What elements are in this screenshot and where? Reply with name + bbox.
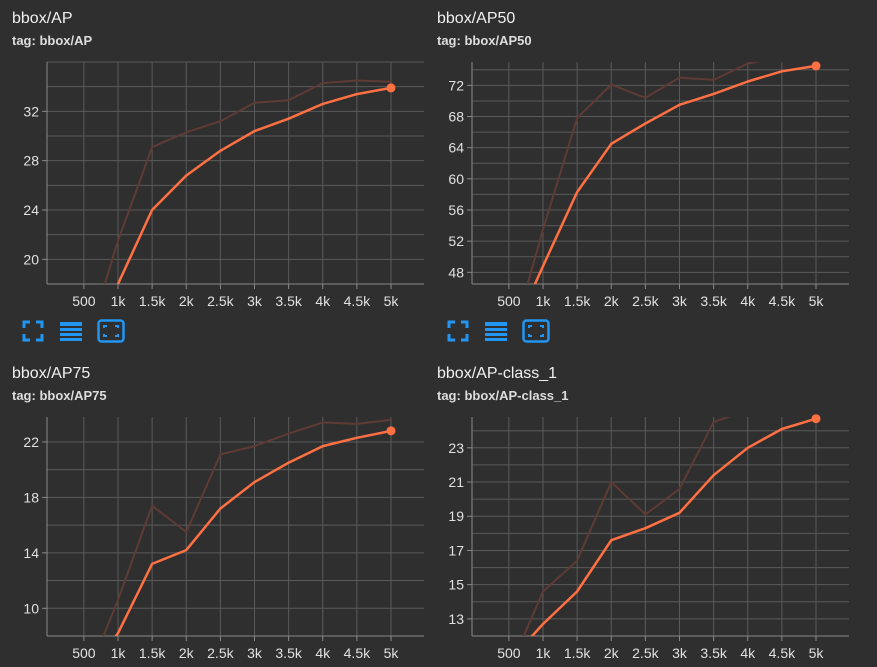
- fullscreen-button[interactable]: [522, 318, 550, 344]
- x-tick-label: 1.5k: [564, 645, 591, 661]
- data-table-icon: [485, 322, 507, 341]
- x-tick-label: 2k: [604, 645, 620, 661]
- series-end-point[interactable]: [386, 426, 396, 436]
- y-tick-label: 32: [23, 103, 39, 119]
- x-tick-label: 4k: [740, 293, 756, 309]
- x-tick-label: 4.5k: [344, 293, 371, 309]
- x-tick-label: 1k: [536, 645, 552, 661]
- fit-domain-icon: [447, 320, 469, 342]
- chart-plot-bbox-ap[interactable]: 20 24 28 32 500 1k 1.5k 2k 2.5k 3k 3.5k 4k 4.5k 5k: [0, 0, 425, 355]
- grid: [472, 62, 849, 284]
- y-tick-label: 24: [23, 202, 39, 218]
- fit-domain-button[interactable]: [20, 318, 48, 344]
- x-tick-label: 4k: [740, 645, 756, 661]
- x-tick-label: 2k: [179, 645, 195, 661]
- x-tick-label: 3k: [672, 645, 688, 661]
- x-tick-label: 1k: [111, 293, 127, 309]
- y-tick-label: 72: [448, 77, 464, 93]
- y-tick-label: 21: [448, 474, 464, 490]
- x-tick-label: 3.5k: [700, 645, 727, 661]
- x-tick-label: 2.5k: [632, 645, 659, 661]
- chart-plot-bbox-ap-class-1[interactable]: 13 15 17 19 21 23 500 1k 1.5k 2k 2.5k 3k 3.5k 4k 4.5k 5…: [425, 355, 850, 667]
- chart-plot-bbox-ap75[interactable]: 10 14 18 22 500 1k 1.5k 2k 2.5k 3k 3.5k 4k 4.5k 5k: [0, 355, 425, 667]
- y-tick-label: 28: [23, 153, 39, 169]
- fit-domain-button[interactable]: [445, 318, 473, 344]
- x-tick-label: 500: [497, 645, 521, 661]
- x-tick-label: 500: [497, 293, 521, 309]
- x-tick-label: 3k: [247, 645, 263, 661]
- series-end-point[interactable]: [811, 414, 821, 424]
- y-tick-label: 60: [448, 171, 464, 187]
- x-tick-label: 2.5k: [632, 293, 659, 309]
- y-tick-label: 15: [448, 577, 464, 593]
- fullscreen-button[interactable]: [97, 318, 125, 344]
- x-tick-label: 4.5k: [344, 645, 371, 661]
- x-tick-label: 4.5k: [769, 645, 796, 661]
- series-end-point[interactable]: [386, 83, 396, 93]
- x-tick-label: 2.5k: [207, 293, 234, 309]
- x-tick-label: 1k: [111, 645, 127, 661]
- x-tick-label: 4k: [315, 645, 331, 661]
- raw-series-line: [103, 79, 392, 284]
- y-tick-label: 64: [448, 140, 464, 156]
- y-tick-label: 48: [448, 264, 464, 280]
- series-end-point[interactable]: [811, 61, 821, 71]
- grid: [47, 61, 424, 285]
- y-tick-label: 10: [23, 600, 39, 616]
- x-tick-label: 3k: [247, 293, 263, 309]
- raw-series-line: [522, 417, 732, 636]
- x-tick-label: 4.5k: [769, 293, 796, 309]
- data-table-button[interactable]: [483, 318, 511, 344]
- y-tick-label: 52: [448, 233, 464, 249]
- y-tick-label: 20: [23, 251, 39, 267]
- y-tick-label: 23: [448, 440, 464, 456]
- x-tick-label: 5k: [384, 293, 400, 309]
- x-tick-label: 4k: [315, 293, 331, 309]
- smoothed-series-line: [114, 429, 392, 636]
- y-tick-label: 18: [23, 489, 39, 505]
- raw-series-line: [102, 418, 392, 636]
- smoothed-series-line: [530, 417, 817, 636]
- x-tick-label: 3.5k: [275, 293, 302, 309]
- y-tick-label: 19: [448, 508, 464, 524]
- y-tick-label: 56: [448, 202, 464, 218]
- y-tick-label: 22: [23, 434, 39, 450]
- x-tick-label: 3.5k: [275, 645, 302, 661]
- y-tick-label: 68: [448, 109, 464, 125]
- x-tick-label: 2.5k: [207, 645, 234, 661]
- x-tick-label: 500: [72, 293, 96, 309]
- x-tick-label: 1.5k: [139, 293, 166, 309]
- x-tick-label: 1.5k: [564, 293, 591, 309]
- y-tick-label: 13: [448, 611, 464, 627]
- smoothed-series-line: [116, 86, 392, 284]
- y-tick-label: 14: [23, 545, 39, 561]
- fullscreen-icon: [522, 319, 550, 343]
- fullscreen-icon: [97, 319, 125, 343]
- x-tick-label: 3k: [672, 293, 688, 309]
- data-table-button[interactable]: [58, 318, 86, 344]
- x-tick-label: 3.5k: [700, 293, 727, 309]
- x-tick-label: 1.5k: [139, 645, 166, 661]
- data-table-icon: [60, 322, 82, 341]
- x-tick-label: 5k: [384, 645, 400, 661]
- x-tick-label: 1k: [536, 293, 552, 309]
- y-tick-label: 17: [448, 542, 464, 558]
- grid: [472, 417, 849, 637]
- chart-plot-bbox-ap50[interactable]: 48 52 56 60 64 68 72 500 1k 1.5k 2k 2.5k 3k 3.5k 4k 4.5…: [425, 0, 850, 355]
- x-tick-label: 2k: [179, 293, 195, 309]
- x-tick-label: 2k: [604, 293, 620, 309]
- fit-domain-icon: [22, 320, 44, 342]
- x-tick-label: 5k: [809, 293, 825, 309]
- x-tick-label: 5k: [809, 645, 825, 661]
- x-tick-label: 500: [72, 645, 96, 661]
